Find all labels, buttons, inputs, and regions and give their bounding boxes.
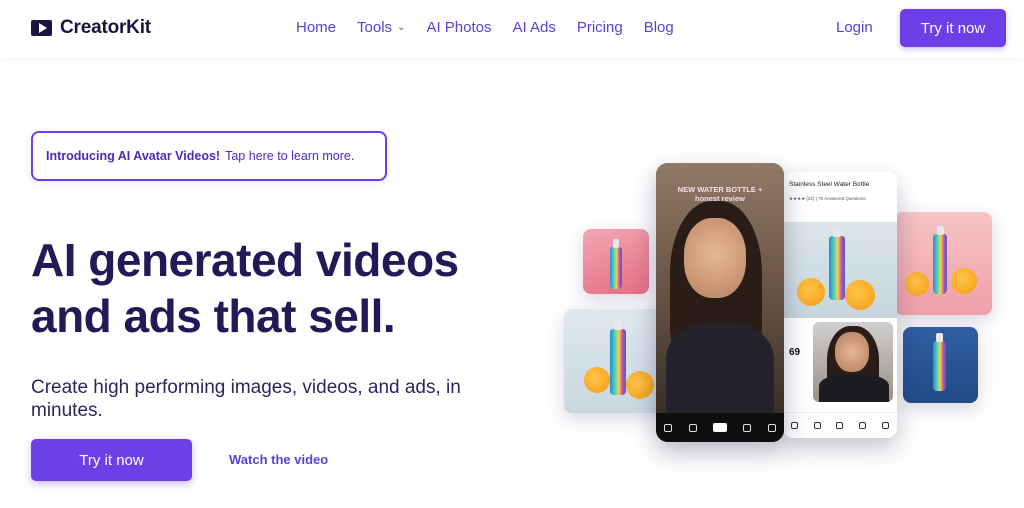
nav-blog[interactable]: Blog (644, 19, 674, 36)
site-header: CreatorKit Home Tools ⌄ AI Photos AI Ads … (0, 0, 1024, 58)
try-it-now-button[interactable]: Try it now (31, 439, 192, 481)
product-photo (783, 222, 897, 318)
phone-video-mockup: NEW WATER BOTTLE + honest review (656, 163, 784, 442)
brand-name: CreatorKit (60, 17, 151, 38)
brand-logo[interactable]: CreatorKit (31, 17, 151, 39)
home-icon (790, 422, 798, 429)
announcement-title: Introducing AI Avatar Videos! (46, 149, 221, 163)
announcement-banner[interactable]: Introducing AI Avatar Videos! Tap here t… (31, 131, 387, 181)
product-image-blue (903, 327, 978, 403)
product-price: 69 (789, 347, 801, 358)
profile-icon (882, 422, 890, 429)
search-icon (813, 422, 821, 429)
login-link[interactable]: Login (836, 19, 873, 36)
nav-home[interactable]: Home (296, 19, 336, 36)
phone-nav-bar (656, 413, 784, 442)
hero-subtext: Create high performing images, videos, a… (31, 377, 461, 421)
product-rating: ★★★★ (22) | 78 Answered Questions (789, 196, 866, 201)
logo-play-icon (31, 20, 52, 36)
chevron-down-icon: ⌄ (397, 22, 406, 33)
hero-headline: AI generated videos and ads that sell. (31, 234, 459, 342)
video-caption: NEW WATER BOTTLE + honest review (677, 185, 763, 203)
announcement-text: Tap here to learn more. (225, 149, 355, 163)
product-image-pink (583, 229, 649, 294)
try-it-now-button-header[interactable]: Try it now (900, 9, 1006, 47)
discover-icon (688, 423, 697, 432)
profile-icon (767, 423, 776, 432)
avatar-video-inset (813, 322, 893, 402)
main-nav: Home Tools ⌄ AI Photos AI Ads Pricing Blo… (296, 19, 695, 36)
product-nav-bar (783, 412, 897, 438)
home-icon (664, 423, 673, 432)
video-icon (836, 422, 844, 429)
product-image-oranges (564, 309, 668, 413)
nav-pricing[interactable]: Pricing (577, 19, 623, 36)
watch-video-link[interactable]: Watch the video (229, 452, 328, 467)
product-page-mockup: Stainless Steel Water Bottle ★★★★ (22) |… (783, 172, 897, 438)
product-title: Stainless Steel Water Bottle (789, 181, 870, 188)
nav-ai-photos[interactable]: AI Photos (426, 19, 491, 36)
create-icon (712, 423, 727, 432)
bag-icon (859, 422, 867, 429)
nav-tools[interactable]: Tools ⌄ (357, 19, 405, 36)
product-image-rose (895, 212, 992, 315)
inbox-icon (743, 423, 752, 432)
nav-ai-ads[interactable]: AI Ads (512, 19, 555, 36)
